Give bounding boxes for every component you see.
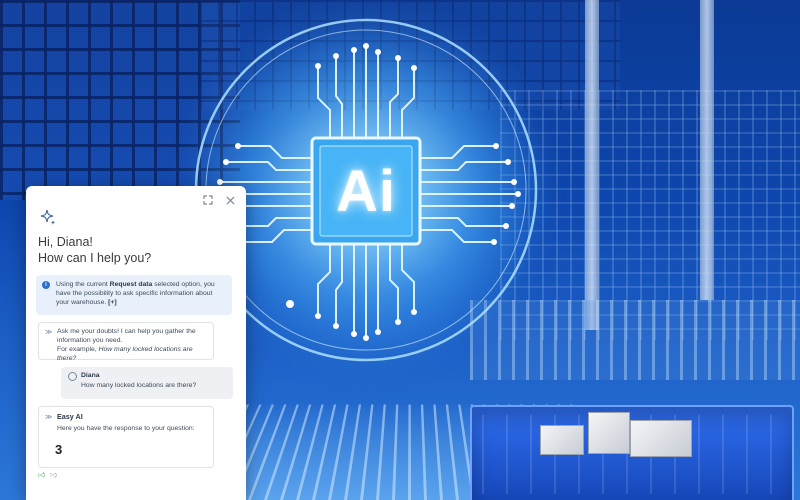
thumbs-down-icon[interactable]: 👎︎ [50,472,58,480]
info-notice: i Using the current Request data selecte… [36,275,232,315]
info-text-start: Using the current [56,281,110,288]
bot-icon: ≫ [45,329,53,336]
sparkle-icon [40,209,56,225]
user-name: Diana [81,372,100,379]
greeting: Hi, Diana! How can I help you? [38,234,151,266]
user-message: Diana How many locked locations are ther… [61,367,233,399]
chip-label: Ai [336,158,396,224]
thumbs-up-icon[interactable]: 👍︎ [38,472,46,480]
ai-response-message: ≫ Easy AI Here you have the response to … [38,406,214,468]
ai-name: Easy AI [57,412,83,421]
feedback-actions: 👍︎ 👎︎ [38,472,58,480]
ai-assistant-panel: Hi, Diana! How can I help you? i Using t… [26,186,246,500]
info-icon: i [42,281,50,289]
user-message-text: How many locked locations are there? [81,382,197,389]
ai-intro-text: Ask me your doubts! I can help you gathe… [57,328,196,344]
user-icon [68,372,77,381]
ai-answer-value: 3 [55,442,63,457]
ring-node [286,300,294,308]
panel-header-actions [202,194,236,206]
ai-response-text: Here you have the response to your quest… [57,425,195,432]
expand-icon[interactable] [202,194,214,206]
greeting-name: Hi, Diana! [38,235,93,249]
bot-icon: ≫ [45,414,53,421]
ai-intro-message: ≫ Ask me your doubts! I can help you gat… [38,322,214,362]
info-text-bold: Request data [109,281,153,288]
close-icon[interactable] [224,194,236,206]
ai-intro-example-prefix: For example, [57,346,99,353]
info-more-link[interactable]: [+] [108,299,117,306]
greeting-question: How can I help you? [38,251,152,265]
